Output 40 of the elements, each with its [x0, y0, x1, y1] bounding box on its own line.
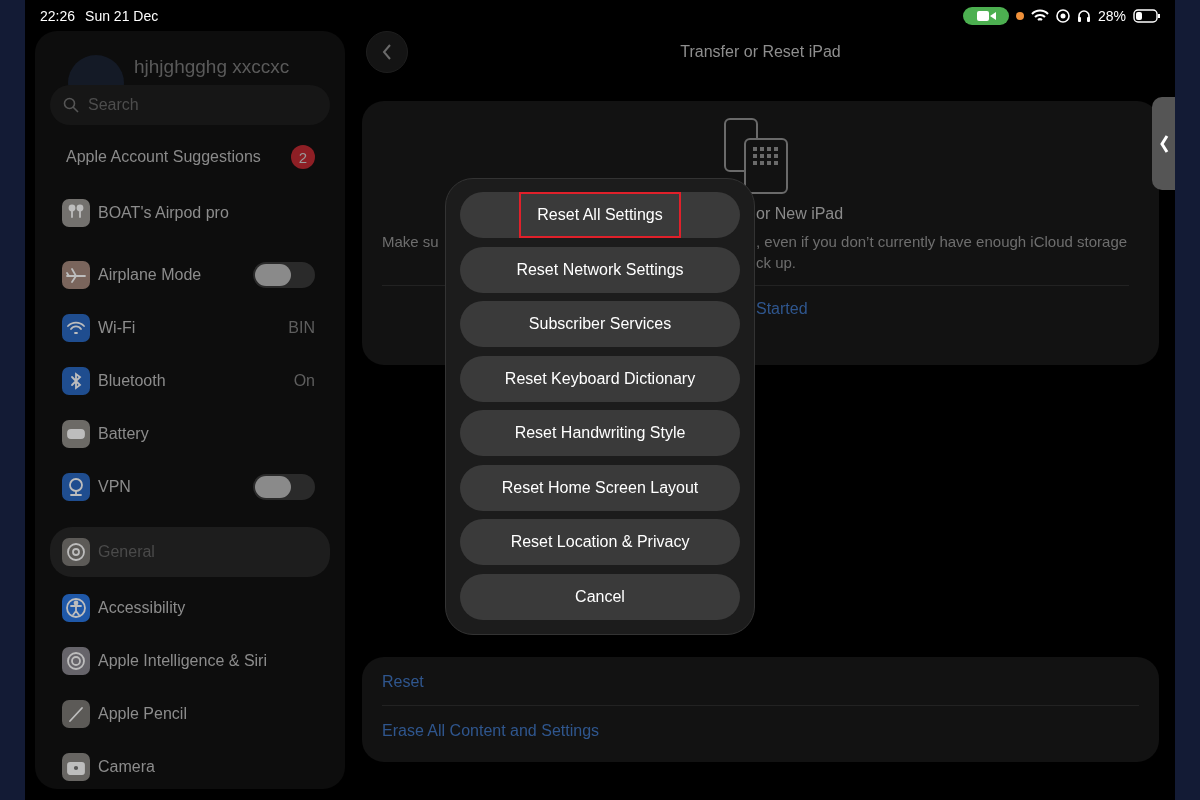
sheet-option-button[interactable]: Reset Location & Privacy	[460, 519, 740, 565]
sidebar-item[interactable]: BOAT's Airpod pro	[50, 191, 330, 235]
sidebar-item[interactable]: Wi-Fi BIN	[50, 306, 330, 350]
search-icon	[63, 97, 79, 113]
page-title: Transfer or Reset iPad	[679, 43, 842, 61]
sheet-option-button[interactable]: Reset Handwriting Style	[460, 410, 740, 456]
headphones-icon	[1076, 8, 1091, 23]
lock-rotation-icon	[1055, 8, 1070, 23]
sidebar-item[interactable]: Apple Account Suggestions	[66, 148, 261, 166]
card-title: or New iPad	[756, 205, 845, 223]
card-text: ck up.	[756, 254, 798, 271]
toggle-switch[interactable]	[253, 262, 315, 288]
battery-percent: 28%	[1097, 7, 1126, 24]
battery-status-icon	[1133, 8, 1161, 23]
chevron-left-icon	[382, 43, 392, 61]
status-time: 22:26	[40, 7, 76, 24]
status-date: Sun 21 Dec	[85, 7, 159, 24]
toggle-switch[interactable]	[253, 474, 315, 500]
sidebar-item[interactable]: Accessibility	[50, 586, 330, 630]
account-name: hjhjghgghg xxccxc	[134, 56, 290, 78]
sidebar-item[interactable]: Apple Intelligence & Siri	[50, 639, 330, 683]
card-text: Make su	[382, 233, 440, 250]
sidebar-item[interactable]: Battery	[50, 412, 330, 456]
sheet-option-button[interactable]: Reset Home Screen Layout	[460, 464, 740, 511]
sheet-option-button[interactable]: Reset All Settings	[460, 192, 740, 238]
dot-icon	[1015, 11, 1024, 20]
sidebar-item[interactable]: Airplane Mode	[50, 253, 330, 297]
sidebar-item[interactable]: VPN	[50, 465, 330, 509]
card-text: , even if you don’t currently have enough iCloud storage	[756, 233, 1129, 250]
sheet-option-button[interactable]: Reset Network Settings	[460, 246, 740, 293]
video-call-icon	[962, 6, 1009, 25]
sidebar-item[interactable]: Camera	[50, 745, 330, 789]
sidebar-item[interactable]: Apple Pencil	[50, 692, 330, 736]
sidebar-item[interactable]: Bluetooth On	[50, 359, 330, 403]
sheet-option-button[interactable]: Cancel	[460, 573, 740, 620]
wifi-status-icon	[1030, 8, 1049, 23]
sheet-option-button[interactable]: Subscriber Services	[460, 301, 740, 347]
count-badge: 2	[291, 145, 315, 169]
sheet-option-button[interactable]: Reset Keyboard Dictionary	[460, 355, 740, 402]
side-handle[interactable]	[1152, 97, 1175, 190]
